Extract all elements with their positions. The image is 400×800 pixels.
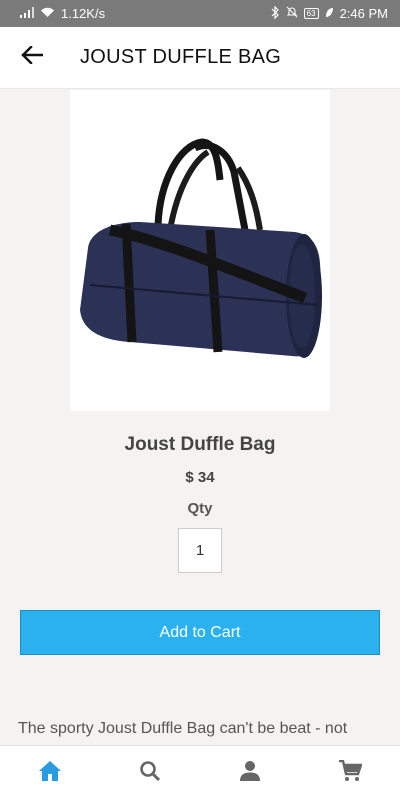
account-icon: [239, 760, 261, 787]
network-speed: 1.12K/s: [61, 6, 106, 21]
duffle-bag-image: [80, 138, 322, 358]
app-bar: JOUST DUFFLE BAG: [0, 27, 400, 89]
nav-search[interactable]: [120, 746, 180, 800]
product-name: Joust Duffle Bag: [124, 434, 276, 455]
nav-cart[interactable]: [320, 746, 380, 800]
back-button[interactable]: [0, 27, 64, 89]
leaf-icon: [325, 6, 334, 21]
bottom-navigation: [0, 745, 400, 800]
bluetooth-icon: [271, 5, 280, 22]
search-icon: [139, 760, 161, 787]
cart-icon: [338, 759, 363, 787]
product-detail-screen: 1.12K/s 63 2:46 PM JOUST DUFFLE BAG Jous…: [0, 0, 400, 800]
status-left: 1.12K/s: [20, 6, 105, 21]
status-right: 63 2:46 PM: [271, 5, 388, 22]
arrow-left-icon: [21, 45, 44, 69]
status-bar: 1.12K/s 63 2:46 PM: [0, 0, 400, 27]
mute-icon: [286, 6, 298, 21]
battery-indicator: 63: [303, 8, 319, 19]
signal-icon: [20, 6, 34, 21]
add-to-cart-button[interactable]: Add to Cart: [20, 610, 380, 655]
nav-account[interactable]: [220, 746, 280, 800]
product-image: [70, 90, 330, 411]
home-icon: [38, 760, 62, 787]
product-description: The sporty Joust Duffle Bag can't be bea…: [18, 720, 348, 737]
qty-input[interactable]: [178, 528, 222, 573]
qty-label: Qty: [187, 500, 213, 517]
page-title: JOUST DUFFLE BAG: [80, 46, 282, 68]
wifi-icon: [40, 6, 55, 21]
nav-home[interactable]: [20, 746, 80, 800]
clock-time: 2:46 PM: [339, 6, 388, 21]
product-price: $ 34: [185, 469, 215, 486]
